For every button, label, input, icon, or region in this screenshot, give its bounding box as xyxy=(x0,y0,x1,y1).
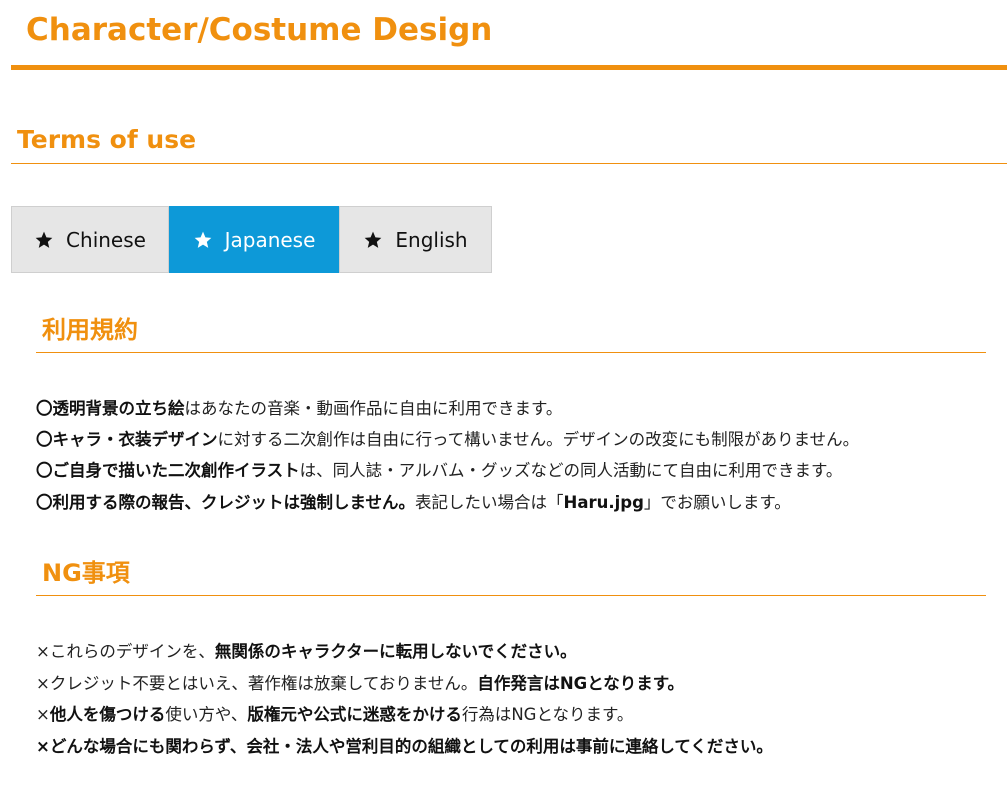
star-icon xyxy=(34,230,54,250)
text-segment: に対する二次創作は自由に行って構いません。デザインの改変にも制限がありません。 xyxy=(217,430,860,449)
language-tabs: Chinese Japanese English xyxy=(11,206,492,273)
tab-japanese[interactable]: Japanese xyxy=(169,206,339,273)
tab-label: Japanese xyxy=(224,227,316,252)
bold-text: 〇利用する際の報告、クレジットは強制しません。 xyxy=(36,493,416,512)
terms-heading: 利用規約 xyxy=(42,316,138,344)
text-segment: 使い方や、 xyxy=(165,705,248,724)
ng-divider xyxy=(36,595,986,596)
ng-line: ×クレジット不要とはいえ、著作権は放棄しておりません。自作発言はNGとなります。 xyxy=(36,673,684,695)
section-title: Terms of use xyxy=(17,125,197,154)
bold-text: 他人を傷つける xyxy=(49,705,166,724)
bold-text: 版権元や公式に迷惑をかける xyxy=(247,705,462,724)
terms-line: 〇ご自身で描いた二次創作イラストは、同人誌・アルバム・グッズなどの同人活動にて自… xyxy=(36,460,842,482)
ng-line: ×これらのデザインを、無関係のキャラクターに転用しないでください。 xyxy=(36,641,577,663)
text-segment: ×これらのデザインを、 xyxy=(36,642,215,661)
tab-label: English xyxy=(395,227,468,252)
ng-heading: NG事項 xyxy=(42,559,130,587)
text-segment: × xyxy=(36,705,50,724)
text-segment: ×クレジット不要とはいえ、著作権は放棄しておりません。 xyxy=(36,674,478,693)
terms-line: 〇透明背景の立ち絵はあなたの音楽・動画作品に自由に利用できます。 xyxy=(36,398,562,420)
ng-line: ×どんな場合にも関わらず、会社・法人や営利目的の組織としての利用は事前に連絡して… xyxy=(36,736,773,758)
terms-line: 〇キャラ・衣装デザインに対する二次創作は自由に行って構いません。デザインの改変に… xyxy=(36,429,859,451)
bold-text: 〇ご自身で描いた二次創作イラスト xyxy=(36,461,300,480)
text-segment: 表記したい場合は「 xyxy=(415,493,564,512)
text-segment: は、同人誌・アルバム・グッズなどの同人活動にて自由に利用できます。 xyxy=(299,461,843,480)
bold-text: ×どんな場合にも関わらず、会社・法人や営利目的の組織としての利用は事前に連絡して… xyxy=(36,737,773,756)
page: Character/Costume Design Terms of use Ch… xyxy=(0,0,1007,800)
ng-line: ×他人を傷つける使い方や、版権元や公式に迷惑をかける行為はNGとなります。 xyxy=(36,704,633,726)
tab-chinese[interactable]: Chinese xyxy=(11,206,169,273)
bold-text: 〇透明背景の立ち絵 xyxy=(36,399,185,418)
terms-divider xyxy=(36,352,986,353)
text-segment: はあなたの音楽・動画作品に自由に利用できます。 xyxy=(184,399,563,418)
page-title: Character/Costume Design xyxy=(26,12,493,48)
section-divider xyxy=(11,163,1007,164)
star-icon xyxy=(363,230,383,250)
text-segment: 」でお願いします。 xyxy=(643,493,791,512)
terms-line: 〇利用する際の報告、クレジットは強制しません。表記したい場合は「Haru.jpg… xyxy=(36,492,791,514)
bold-text: 〇キャラ・衣装デザイン xyxy=(36,430,218,449)
star-icon xyxy=(193,230,213,250)
bold-text: 自作発言はNGとなります。 xyxy=(477,674,685,693)
text-segment: 行為はNGとなります。 xyxy=(461,705,634,724)
bold-text: Haru.jpg xyxy=(563,493,644,512)
bold-text: 無関係のキャラクターに転用しないでください。 xyxy=(214,642,577,661)
tab-label: Chinese xyxy=(66,227,146,252)
tab-english[interactable]: English xyxy=(339,206,492,273)
title-divider xyxy=(11,65,1007,70)
